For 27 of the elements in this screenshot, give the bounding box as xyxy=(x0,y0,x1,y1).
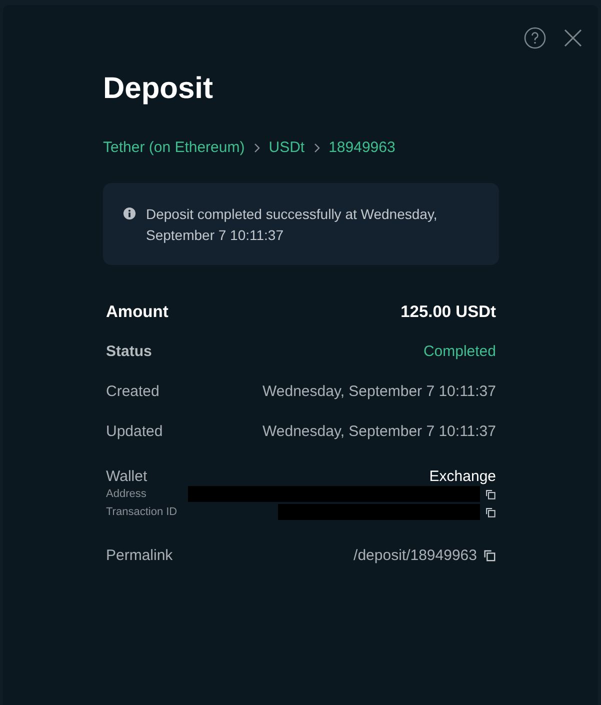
row-value: Wednesday, September 7 10:11:37 xyxy=(262,422,496,440)
help-icon[interactable] xyxy=(524,27,546,49)
chevron-icon xyxy=(252,142,261,152)
chevron-icon xyxy=(312,142,321,152)
breadcrumb-link[interactable]: USDt xyxy=(268,139,305,156)
row-label: Updated xyxy=(106,422,163,440)
breadcrumb-link[interactable]: Tether (on Ethereum) xyxy=(103,139,245,156)
info-icon xyxy=(123,207,136,220)
notice-text: Deposit completed successfully at Wednesday, September 7 10:11:37 xyxy=(146,205,438,245)
row-label: Amount xyxy=(106,302,168,322)
permalink-value[interactable]: /deposit/18949963 xyxy=(354,546,477,564)
copy-icon[interactable] xyxy=(485,506,496,518)
row-value: Wednesday, September 7 10:11:37 xyxy=(262,382,496,400)
status-value: Completed xyxy=(423,342,496,360)
detail-label: Transaction ID xyxy=(106,506,178,518)
breadcrumb-link[interactable]: 18949963 xyxy=(328,139,396,156)
amount-value: 125.00 USDt xyxy=(400,302,496,322)
row-label: Created xyxy=(106,382,160,400)
row-label: Permalink xyxy=(106,546,173,564)
copy-icon[interactable] xyxy=(483,548,496,562)
row-label: Wallet xyxy=(106,468,148,485)
detail-label: Address xyxy=(106,488,146,500)
wallet-value: Exchange xyxy=(429,468,496,485)
row-label: Status xyxy=(106,342,152,360)
dialog-title: Deposit xyxy=(103,71,214,107)
copy-icon[interactable] xyxy=(485,488,496,500)
close-icon[interactable] xyxy=(564,29,582,47)
